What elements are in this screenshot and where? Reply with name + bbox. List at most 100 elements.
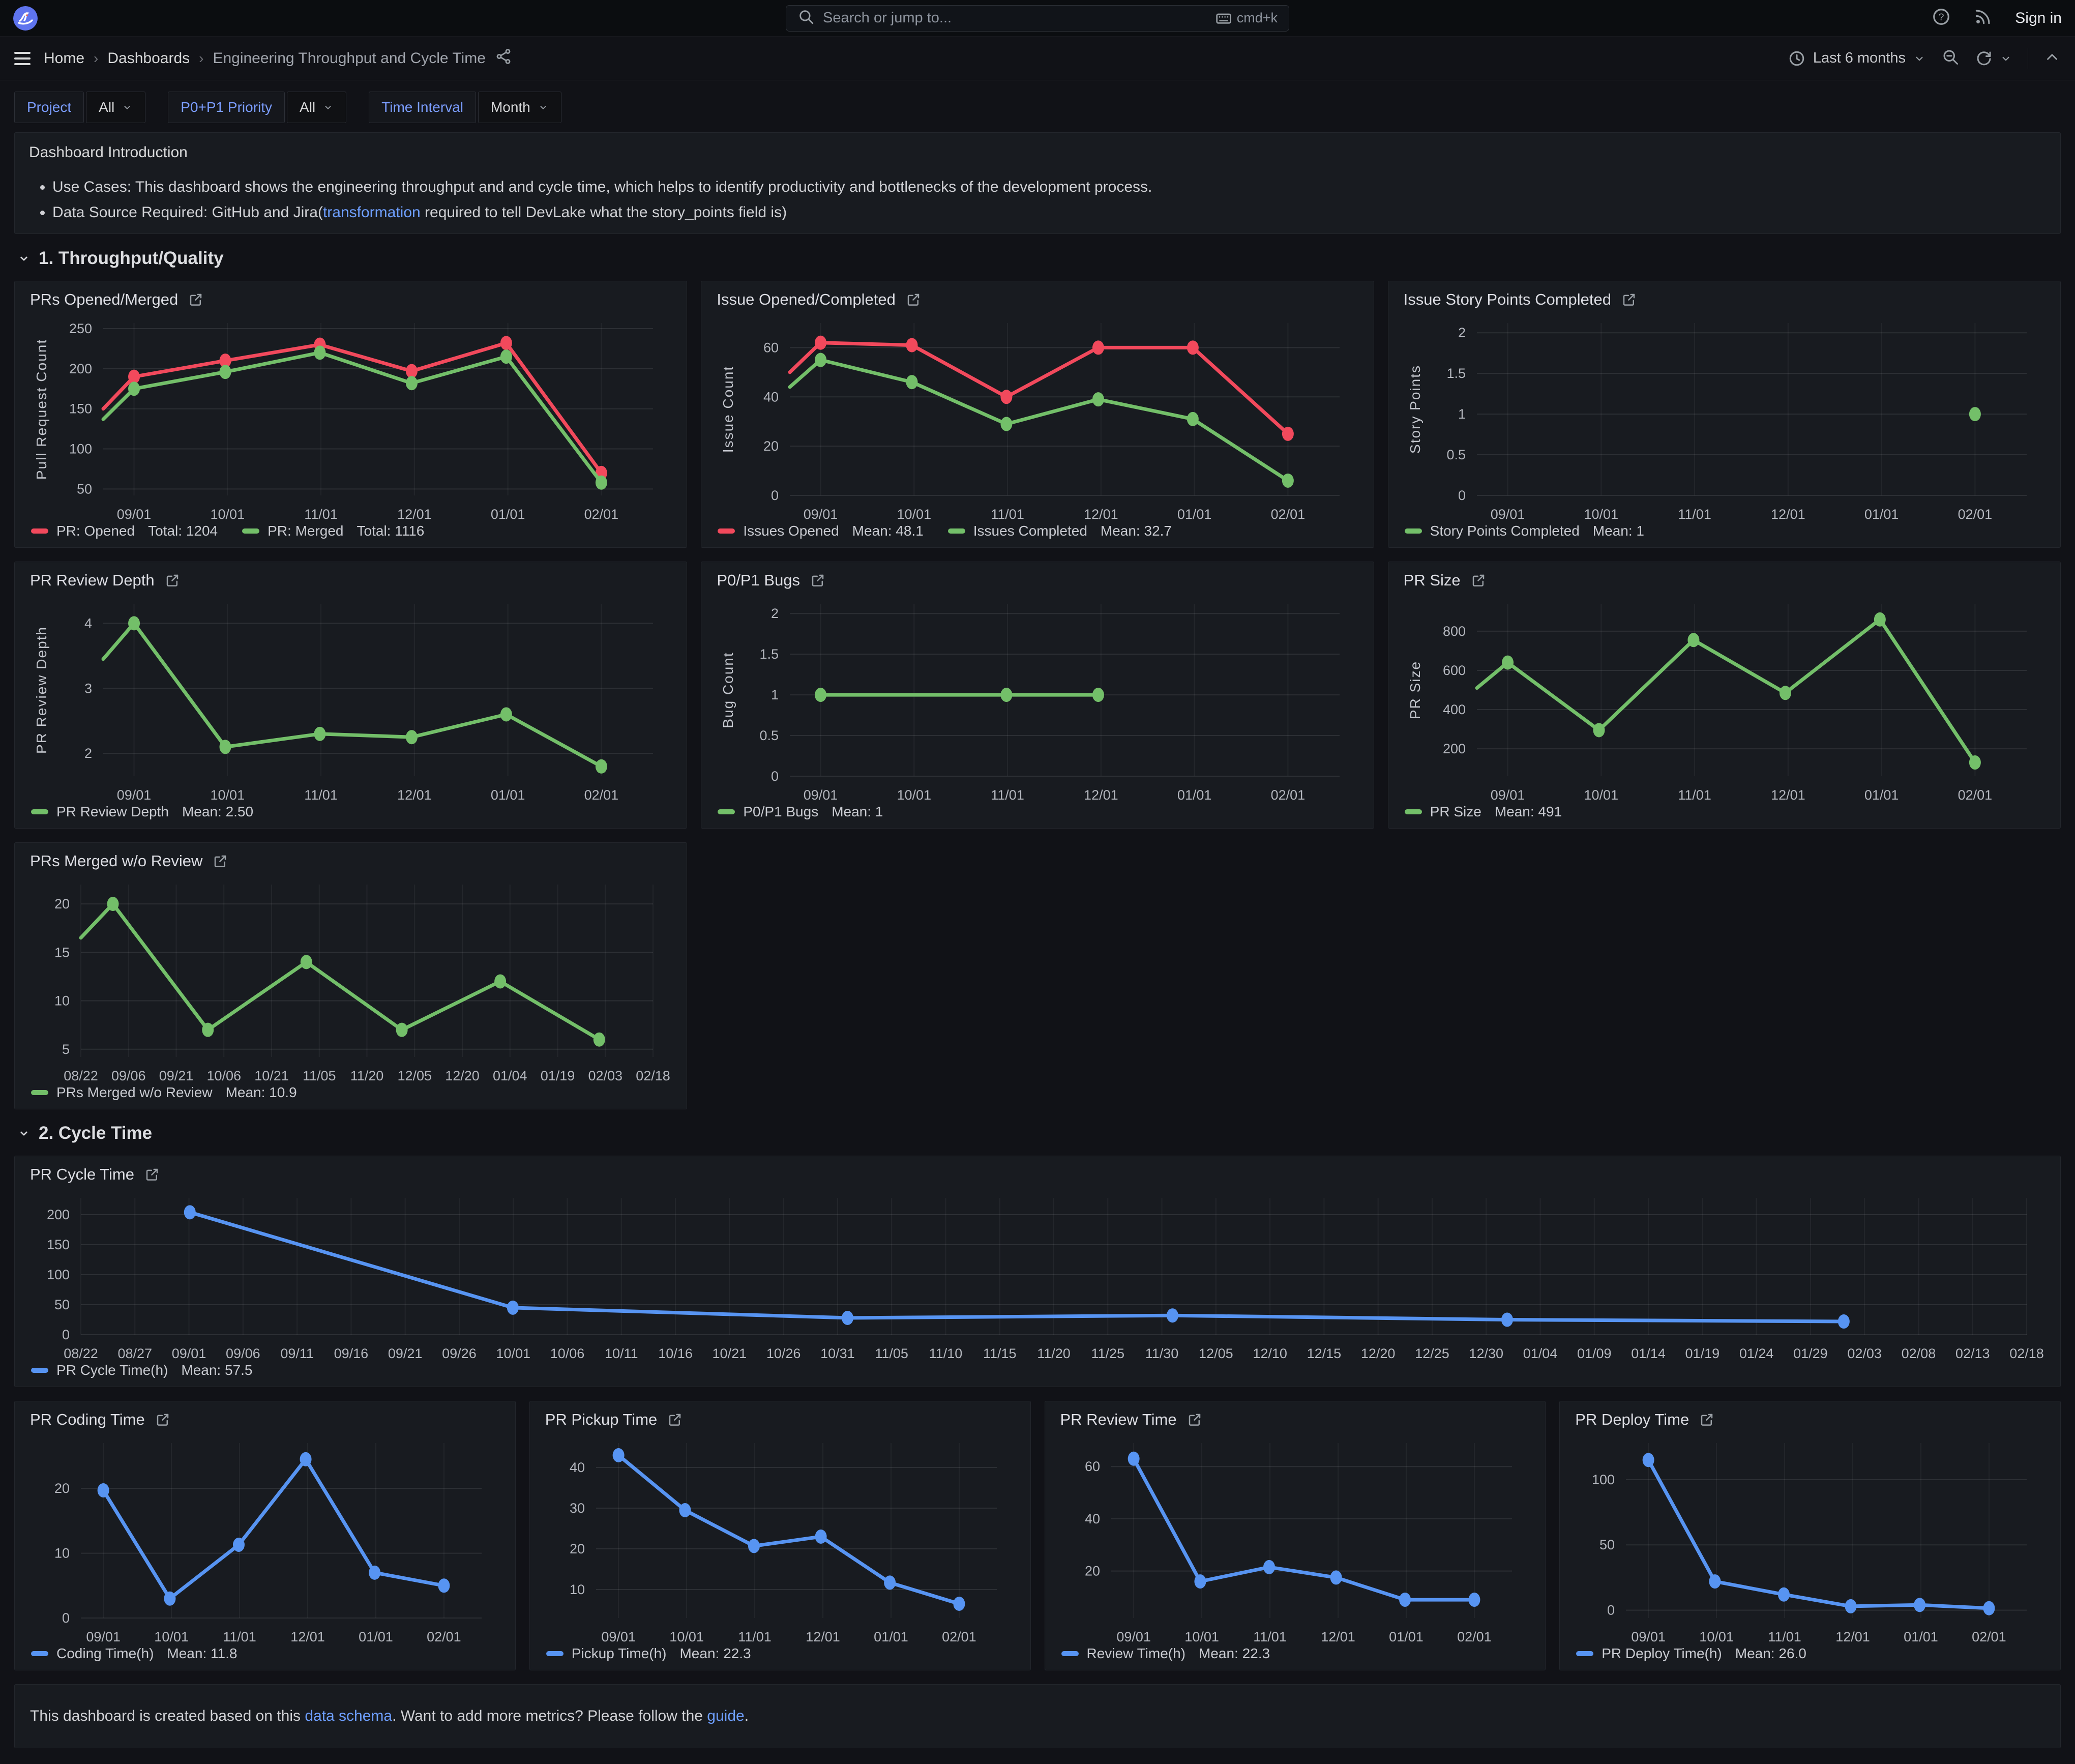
svg-text:09/06: 09/06 bbox=[226, 1346, 260, 1361]
panel-title[interactable]: PR Pickup Time bbox=[545, 1410, 658, 1429]
refresh-button[interactable] bbox=[1975, 49, 2012, 68]
svg-text:0: 0 bbox=[1607, 1603, 1615, 1618]
intro-bullet-data-source: Data Source Required: GitHub and Jira(tr… bbox=[52, 204, 2049, 221]
svg-text:800: 800 bbox=[1443, 624, 1466, 639]
svg-text:10/06: 10/06 bbox=[206, 1068, 241, 1083]
news-rss-icon[interactable] bbox=[1973, 7, 1993, 29]
section-throughput-quality[interactable]: 1. Throughput/Quality bbox=[14, 248, 2061, 269]
panel-title[interactable]: PR Size bbox=[1404, 571, 1461, 590]
chart-p0p1-bugs[interactable]: 00.511.5209/0110/0111/0112/0101/0102/01B… bbox=[713, 591, 1362, 800]
svg-text:01/01: 01/01 bbox=[1864, 507, 1899, 522]
svg-text:11/01: 11/01 bbox=[1678, 787, 1711, 803]
external-link-icon[interactable] bbox=[1621, 292, 1637, 307]
external-link-icon[interactable] bbox=[155, 1412, 170, 1427]
panel-title[interactable]: PR Cycle Time bbox=[30, 1165, 134, 1184]
external-link-icon[interactable] bbox=[1187, 1412, 1202, 1427]
svg-text:11/30: 11/30 bbox=[1145, 1346, 1179, 1361]
svg-text:11/01: 11/01 bbox=[738, 1629, 772, 1644]
svg-text:02/01: 02/01 bbox=[1271, 787, 1306, 803]
svg-text:09/01: 09/01 bbox=[1490, 787, 1525, 803]
filter-project-value[interactable]: All bbox=[86, 92, 145, 123]
svg-text:10: 10 bbox=[54, 1546, 70, 1561]
chart-issue-opened-completed[interactable]: 020406009/0110/0111/0112/0101/0102/01Iss… bbox=[713, 310, 1362, 519]
time-range-picker[interactable]: Last 6 months bbox=[1788, 49, 1926, 68]
zoom-out-icon[interactable] bbox=[1941, 48, 1960, 69]
svg-text:02/08: 02/08 bbox=[1902, 1346, 1936, 1361]
svg-text:10: 10 bbox=[570, 1582, 585, 1597]
svg-text:02/01: 02/01 bbox=[1271, 507, 1306, 522]
svg-text:11/05: 11/05 bbox=[875, 1346, 908, 1361]
chart-prs-opened-merged[interactable]: 5010015020025009/0110/0111/0112/0101/010… bbox=[26, 310, 675, 519]
breadcrumb: Home › Dashboards › Engineering Throughp… bbox=[44, 48, 512, 69]
menu-toggle-icon[interactable] bbox=[14, 52, 31, 65]
collapse-top-icon[interactable] bbox=[2043, 48, 2061, 68]
svg-text:02/01: 02/01 bbox=[1958, 507, 1992, 522]
external-link-icon[interactable] bbox=[1471, 573, 1486, 588]
sign-in-button[interactable]: Sign in bbox=[2015, 10, 2062, 27]
panel-p0p1-bugs: P0/P1 Bugs 00.511.5209/0110/0111/0112/01… bbox=[701, 562, 1374, 829]
external-link-icon[interactable] bbox=[906, 292, 921, 307]
external-link-icon[interactable] bbox=[213, 854, 228, 869]
external-link-icon[interactable] bbox=[165, 573, 180, 588]
chart-pr-size[interactable]: 20040060080009/0110/0111/0112/0101/0102/… bbox=[1400, 591, 2049, 800]
filter-project-label: Project bbox=[14, 92, 84, 123]
panel-title[interactable]: Issue Story Points Completed bbox=[1404, 290, 1611, 309]
chart-pr-pickup-time[interactable]: 1020304009/0110/0111/0112/0101/0102/01 bbox=[541, 1430, 1019, 1641]
panel-title[interactable]: PRs Merged w/o Review bbox=[30, 852, 202, 870]
filter-priority-value[interactable]: All bbox=[287, 92, 346, 123]
help-icon[interactable]: ? bbox=[1932, 7, 1951, 29]
svg-text:12/01: 12/01 bbox=[1321, 1629, 1355, 1644]
svg-text:12/10: 12/10 bbox=[1253, 1346, 1287, 1361]
external-link-icon[interactable] bbox=[144, 1167, 160, 1182]
chart-prs-merged-wo-review[interactable]: 510152008/2209/0609/2110/0610/2111/0511/… bbox=[26, 871, 675, 1080]
panel-title[interactable]: PR Coding Time bbox=[30, 1410, 145, 1429]
svg-text:12/05: 12/05 bbox=[397, 1068, 432, 1083]
chart-issue-story-points[interactable]: 00.511.5209/0110/0111/0112/0101/0102/01S… bbox=[1400, 310, 2049, 519]
chart-pr-review-depth[interactable]: 23409/0110/0111/0112/0101/0102/01PR Revi… bbox=[26, 591, 675, 800]
svg-text:11/01: 11/01 bbox=[304, 507, 338, 522]
svg-text:100: 100 bbox=[1592, 1472, 1615, 1487]
panel-title[interactable]: P0/P1 Bugs bbox=[717, 571, 800, 590]
chart-pr-deploy-time[interactable]: 05010009/0110/0111/0112/0101/0102/01 bbox=[1571, 1430, 2049, 1641]
svg-text:02/01: 02/01 bbox=[1958, 787, 1992, 803]
chart-pr-cycle-time[interactable]: 05010015020008/2208/2709/0109/0609/1109/… bbox=[26, 1185, 2049, 1358]
svg-text:150: 150 bbox=[47, 1237, 70, 1252]
external-link-icon[interactable] bbox=[667, 1412, 683, 1427]
data-schema-link[interactable]: data schema bbox=[305, 1708, 392, 1724]
svg-text:01/09: 01/09 bbox=[1577, 1346, 1612, 1361]
app-logo[interactable] bbox=[13, 6, 38, 31]
svg-text:200: 200 bbox=[1443, 741, 1466, 756]
external-link-icon[interactable] bbox=[1699, 1412, 1714, 1427]
svg-text:400: 400 bbox=[1443, 702, 1466, 717]
panel-title[interactable]: PR Deploy Time bbox=[1575, 1410, 1689, 1429]
guide-link[interactable]: guide bbox=[707, 1708, 744, 1724]
chart-pr-review-time[interactable]: 20406009/0110/0111/0112/0101/0102/01 bbox=[1056, 1430, 1534, 1641]
transformation-link[interactable]: transformation bbox=[323, 204, 421, 221]
svg-text:2: 2 bbox=[771, 606, 779, 621]
panel-pr-coding-time: PR Coding Time 0102009/0110/0111/0112/01… bbox=[14, 1401, 516, 1670]
search-placeholder: Search or jump to... bbox=[823, 10, 1207, 26]
svg-text:1: 1 bbox=[1458, 406, 1466, 422]
breadcrumb-home[interactable]: Home bbox=[44, 50, 84, 67]
share-icon[interactable] bbox=[495, 48, 512, 69]
svg-text:10/06: 10/06 bbox=[550, 1346, 585, 1361]
svg-text:09/01: 09/01 bbox=[1490, 507, 1525, 522]
search-input[interactable]: Search or jump to... cmd+k bbox=[786, 5, 1289, 32]
panel-title[interactable]: PR Review Time bbox=[1060, 1410, 1177, 1429]
svg-text:01/01: 01/01 bbox=[491, 507, 525, 522]
panel-title[interactable]: PRs Opened/Merged bbox=[30, 290, 178, 309]
chart-pr-coding-time[interactable]: 0102009/0110/0111/0112/0101/0102/01 bbox=[26, 1430, 504, 1641]
breadcrumb-dashboards[interactable]: Dashboards bbox=[107, 50, 190, 67]
section-cycle-time[interactable]: 2. Cycle Time bbox=[14, 1123, 2061, 1143]
panel-title[interactable]: PR Review Depth bbox=[30, 571, 155, 590]
svg-text:02/01: 02/01 bbox=[584, 507, 619, 522]
filter-time-interval-value[interactable]: Month bbox=[478, 92, 561, 123]
external-link-icon[interactable] bbox=[810, 573, 825, 588]
svg-text:01/01: 01/01 bbox=[359, 1629, 393, 1644]
svg-text:12/01: 12/01 bbox=[1084, 507, 1118, 522]
external-link-icon[interactable] bbox=[188, 292, 203, 307]
svg-text:?: ? bbox=[1939, 12, 1944, 23]
panel-title[interactable]: Issue Opened/Completed bbox=[717, 290, 896, 309]
svg-text:1.5: 1.5 bbox=[760, 646, 779, 662]
svg-text:0.5: 0.5 bbox=[760, 728, 779, 743]
